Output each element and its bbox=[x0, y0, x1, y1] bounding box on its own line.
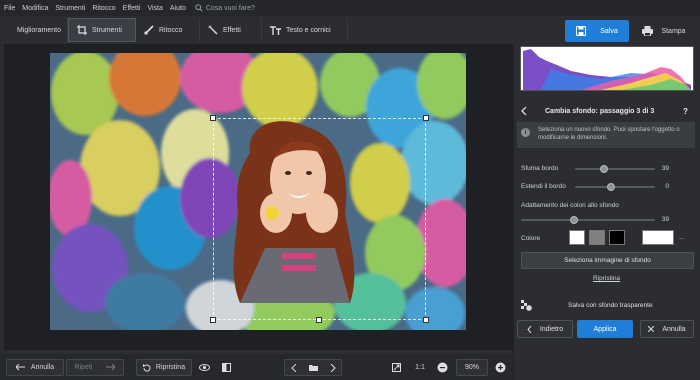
tab-strumenti[interactable]: Strumenti bbox=[68, 18, 136, 42]
magic-wand-icon bbox=[208, 25, 218, 35]
select-background-button[interactable]: Seleziona immagine di sfondo bbox=[521, 252, 694, 269]
search-icon bbox=[195, 4, 203, 12]
adapt-label: Adattamento dei colori allo sfondo bbox=[521, 202, 619, 209]
tab-testo-cornici[interactable]: Testo e cornici bbox=[262, 18, 348, 42]
resize-handle-tr[interactable] bbox=[423, 115, 429, 121]
fit-screen-icon[interactable] bbox=[388, 359, 405, 376]
restore-icon bbox=[142, 363, 151, 371]
menu-ritocco[interactable]: Ritocco bbox=[92, 5, 115, 12]
resize-handle-tl[interactable] bbox=[210, 115, 216, 121]
back-icon bbox=[527, 325, 532, 333]
print-label: Stampa bbox=[661, 27, 686, 35]
tab-ritocco[interactable]: Ritocco bbox=[136, 18, 200, 42]
brush-icon bbox=[144, 25, 154, 35]
save-button[interactable]: Salva bbox=[565, 20, 629, 42]
cancel-button[interactable]: Annulla bbox=[640, 320, 694, 338]
menu-aiuto[interactable]: Aiuto bbox=[170, 5, 186, 12]
menu-strumenti[interactable]: Strumenti bbox=[55, 5, 85, 12]
search-box[interactable]: Cosa vuoi fare? bbox=[195, 4, 255, 12]
resize-handle-br[interactable] bbox=[423, 317, 429, 323]
redo-button[interactable]: Ripeti bbox=[66, 359, 124, 376]
step-title: Cambia sfondo: passaggio 3 di 3 bbox=[545, 107, 655, 115]
save-label: Salva bbox=[600, 27, 618, 35]
apply-button[interactable]: Applica bbox=[577, 320, 633, 338]
apply-label: Applica bbox=[593, 325, 617, 333]
undo-button[interactable]: Annulla bbox=[6, 359, 64, 376]
search-placeholder: Cosa vuoi fare? bbox=[205, 4, 255, 12]
adapt-slider[interactable] bbox=[521, 219, 655, 221]
tab-miglioramento[interactable]: Miglioramento bbox=[4, 18, 68, 42]
tab-effetti[interactable]: Effetti bbox=[200, 18, 262, 42]
next-arrow-icon[interactable] bbox=[330, 363, 336, 372]
extend-slider[interactable] bbox=[575, 186, 655, 188]
tab-label: Testo e cornici bbox=[286, 26, 331, 34]
help-button[interactable]: ? bbox=[683, 107, 688, 116]
zoom-out-icon[interactable] bbox=[434, 359, 451, 376]
swatch-white[interactable] bbox=[569, 230, 585, 245]
selection-frame[interactable] bbox=[213, 118, 426, 320]
swatch-gray[interactable] bbox=[589, 230, 605, 245]
prev-arrow-icon[interactable] bbox=[290, 363, 297, 372]
redo-label: Ripeti bbox=[74, 364, 93, 371]
more-colors-button[interactable]: ... bbox=[679, 234, 684, 241]
extend-value: 0 bbox=[665, 183, 669, 190]
resize-handle-bm[interactable] bbox=[316, 317, 322, 323]
menu-bar: File Modifica Strumenti Ritocco Effetti … bbox=[0, 0, 700, 16]
back-button[interactable]: Indietro bbox=[517, 320, 573, 338]
save-transparent-button[interactable]: Salva con sfondo trasparente bbox=[517, 297, 695, 314]
crop-icon bbox=[77, 25, 87, 35]
undo-icon bbox=[15, 364, 25, 371]
blur-label: Sfuma bordo bbox=[521, 165, 559, 172]
undo-label: Annulla bbox=[30, 364, 55, 371]
tab-label: Strumenti bbox=[92, 26, 122, 34]
redo-icon bbox=[106, 364, 116, 371]
swatch-black[interactable] bbox=[609, 230, 625, 245]
blur-value: 39 bbox=[661, 165, 669, 172]
extend-slider-knob[interactable] bbox=[607, 183, 615, 191]
folder-icon[interactable] bbox=[308, 364, 318, 371]
tab-label: Ritocco bbox=[159, 26, 183, 34]
text-icon bbox=[270, 25, 281, 35]
info-box: i Seleziona un nuovo sfondo. Puoi sposta… bbox=[517, 122, 695, 148]
resize-handle-bl[interactable] bbox=[210, 317, 216, 323]
blur-slider[interactable] bbox=[575, 168, 655, 170]
compare-icon[interactable] bbox=[218, 359, 235, 376]
main-toolbar: Miglioramento Strumenti Ritocco Effetti … bbox=[0, 16, 513, 44]
restore-button[interactable]: Ripristina bbox=[136, 359, 192, 376]
histogram bbox=[520, 46, 694, 91]
back-label: Indietro bbox=[539, 325, 564, 333]
tab-label: Miglioramento bbox=[17, 26, 61, 34]
tab-label: Effetti bbox=[223, 26, 241, 34]
menu-modifica[interactable]: Modifica bbox=[22, 5, 48, 12]
menu-effetti[interactable]: Effetti bbox=[123, 5, 141, 12]
info-icon: i bbox=[521, 128, 530, 137]
printer-icon bbox=[642, 26, 654, 36]
zoom-in-icon[interactable] bbox=[492, 359, 509, 376]
file-navigator bbox=[284, 359, 342, 376]
save-transparent-label: Salva con sfondo trasparente bbox=[568, 302, 653, 309]
adapt-value: 39 bbox=[661, 216, 669, 223]
adapt-slider-knob[interactable] bbox=[570, 216, 578, 224]
restore-label: Ripristina bbox=[155, 364, 186, 371]
extend-label: Estendi il bordo bbox=[521, 183, 566, 190]
color-label: Colore bbox=[521, 235, 541, 242]
transparent-save-icon bbox=[521, 300, 532, 311]
menu-file[interactable]: File bbox=[4, 5, 15, 12]
cancel-label: Annulla bbox=[662, 325, 686, 333]
print-button[interactable]: Stampa bbox=[633, 20, 695, 42]
preview-eye-icon[interactable] bbox=[196, 359, 213, 376]
swatch-custom[interactable] bbox=[642, 230, 674, 245]
blur-slider-knob[interactable] bbox=[600, 165, 608, 173]
select-background-label: Seleziona immagine di sfondo bbox=[564, 257, 651, 264]
step-header: Cambia sfondo: passaggio 3 di 3 ? bbox=[513, 102, 700, 120]
floppy-icon bbox=[576, 26, 587, 36]
close-icon bbox=[648, 326, 655, 332]
menu-vista[interactable]: Vista bbox=[147, 5, 162, 12]
restore-link[interactable]: Ripristina bbox=[513, 275, 700, 282]
back-chevron-icon[interactable] bbox=[521, 107, 527, 115]
zoom-value[interactable]: 90% bbox=[456, 359, 488, 376]
zoom-ratio[interactable]: 1:1 bbox=[410, 359, 430, 376]
info-text: Seleziona un nuovo sfondo. Puoi spostare… bbox=[538, 127, 680, 141]
